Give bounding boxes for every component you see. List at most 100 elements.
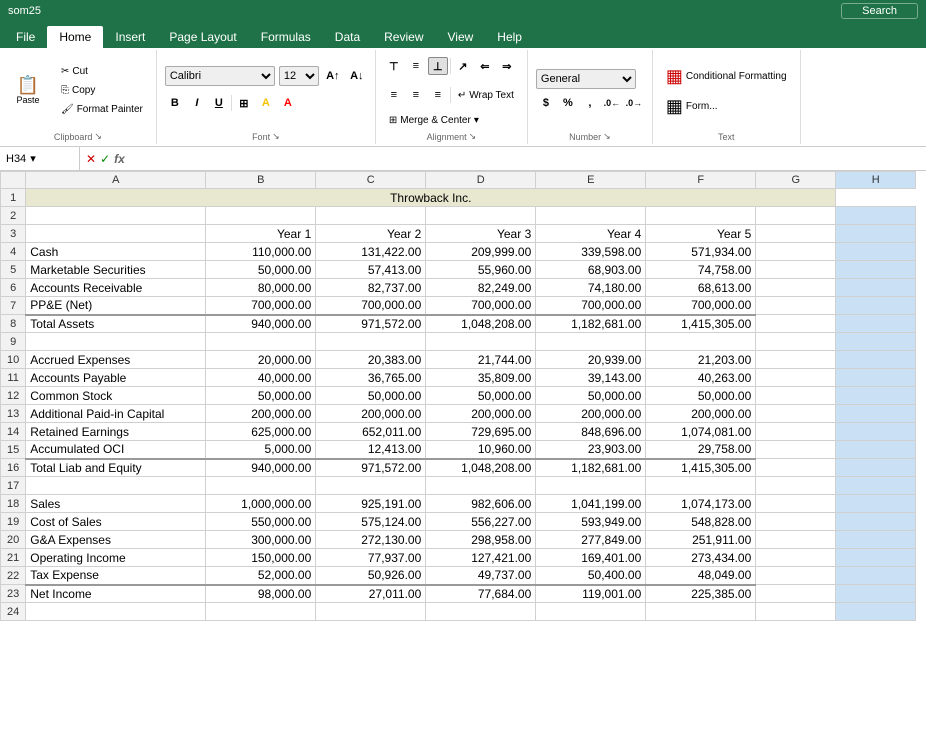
search-area[interactable]: Search	[841, 3, 918, 19]
row-header-22[interactable]: 22	[1, 567, 26, 585]
cell-h-2[interactable]	[836, 207, 916, 225]
comma-button[interactable]: ,	[580, 94, 600, 112]
cell-g-5[interactable]	[756, 261, 836, 279]
cell-h-19[interactable]	[836, 513, 916, 531]
cell-c-22[interactable]: 50,926.00	[316, 567, 426, 585]
cell-a-17[interactable]	[26, 477, 206, 495]
cell-e-24[interactable]	[536, 603, 646, 621]
cell-b-20[interactable]: 300,000.00	[206, 531, 316, 549]
decrease-font-button[interactable]: A↓	[347, 67, 367, 85]
border-button[interactable]: ⊞	[234, 94, 254, 112]
row-header-1[interactable]: 1	[1, 189, 26, 207]
cell-h-22[interactable]	[836, 567, 916, 585]
tab-formulas[interactable]: Formulas	[249, 26, 323, 48]
cell-b-13[interactable]: 200,000.00	[206, 405, 316, 423]
row-header-16[interactable]: 16	[1, 459, 26, 477]
row-header-19[interactable]: 19	[1, 513, 26, 531]
cell-h-7[interactable]	[836, 297, 916, 315]
cell-c-5[interactable]: 57,413.00	[316, 261, 426, 279]
spreadsheet-container[interactable]: A B C D E F G H 1Throwback Inc.23Year 1Y…	[0, 171, 926, 725]
cell-a-20[interactable]: G&A Expenses	[26, 531, 206, 549]
title-cell[interactable]: Throwback Inc.	[26, 189, 836, 207]
row-header-15[interactable]: 15	[1, 441, 26, 459]
tab-review[interactable]: Review	[372, 26, 435, 48]
cell-e-13[interactable]: 200,000.00	[536, 405, 646, 423]
cell-g-3[interactable]	[756, 225, 836, 243]
row-header-13[interactable]: 13	[1, 405, 26, 423]
cell-d-22[interactable]: 49,737.00	[426, 567, 536, 585]
cell-b-9[interactable]	[206, 333, 316, 351]
formula-input[interactable]	[131, 152, 926, 166]
cell-e-23[interactable]: 119,001.00	[536, 585, 646, 603]
cell-h-3[interactable]	[836, 225, 916, 243]
cell-h-18[interactable]	[836, 495, 916, 513]
cell-a-15[interactable]: Accumulated OCI	[26, 441, 206, 459]
cell-b-15[interactable]: 5,000.00	[206, 441, 316, 459]
cell-a-4[interactable]: Cash	[26, 243, 206, 261]
cell-e-15[interactable]: 23,903.00	[536, 441, 646, 459]
cell-g-10[interactable]	[756, 351, 836, 369]
align-left-button[interactable]: ≡	[384, 86, 404, 104]
cell-d-9[interactable]	[426, 333, 536, 351]
cell-b-11[interactable]: 40,000.00	[206, 369, 316, 387]
cell-f-13[interactable]: 200,000.00	[646, 405, 756, 423]
decrease-decimal-button[interactable]: .0←	[602, 94, 622, 112]
confirm-icon[interactable]: ✓	[100, 152, 110, 166]
cell-c-6[interactable]: 82,737.00	[316, 279, 426, 297]
cell-f-18[interactable]: 1,074,173.00	[646, 495, 756, 513]
cell-e-8[interactable]: 1,182,681.00	[536, 315, 646, 333]
cell-h-13[interactable]	[836, 405, 916, 423]
cell-d-11[interactable]: 35,809.00	[426, 369, 536, 387]
cell-h-14[interactable]	[836, 423, 916, 441]
cell-b-3[interactable]: Year 1	[206, 225, 316, 243]
cell-a-6[interactable]: Accounts Receivable	[26, 279, 206, 297]
cell-h-6[interactable]	[836, 279, 916, 297]
cell-h-23[interactable]	[836, 585, 916, 603]
cell-d-3[interactable]: Year 3	[426, 225, 536, 243]
cell-b-22[interactable]: 52,000.00	[206, 567, 316, 585]
cell-a-8[interactable]: Total Assets	[26, 315, 206, 333]
cell-g-18[interactable]	[756, 495, 836, 513]
cell-a-13[interactable]: Additional Paid-in Capital	[26, 405, 206, 423]
cell-d-4[interactable]: 209,999.00	[426, 243, 536, 261]
cell-g-19[interactable]	[756, 513, 836, 531]
cell-c-7[interactable]: 700,000.00	[316, 297, 426, 315]
tab-page-layout[interactable]: Page Layout	[157, 26, 248, 48]
cell-a-2[interactable]	[26, 207, 206, 225]
cell-b-5[interactable]: 50,000.00	[206, 261, 316, 279]
cell-f-12[interactable]: 50,000.00	[646, 387, 756, 405]
orientation-button[interactable]: ↗	[453, 57, 473, 75]
cell-h-20[interactable]	[836, 531, 916, 549]
copy-button[interactable]: ⎘ Copy	[56, 82, 148, 99]
cell-h-24[interactable]	[836, 603, 916, 621]
cell-g-13[interactable]	[756, 405, 836, 423]
row-header-14[interactable]: 14	[1, 423, 26, 441]
cell-e-11[interactable]: 39,143.00	[536, 369, 646, 387]
cell-f-4[interactable]: 571,934.00	[646, 243, 756, 261]
cell-a-12[interactable]: Common Stock	[26, 387, 206, 405]
cut-button[interactable]: ✂ Cut	[56, 63, 148, 80]
cell-c-19[interactable]: 575,124.00	[316, 513, 426, 531]
cell-a-22[interactable]: Tax Expense	[26, 567, 206, 585]
col-header-f[interactable]: F	[646, 172, 756, 189]
cell-g-6[interactable]	[756, 279, 836, 297]
cell-g-24[interactable]	[756, 603, 836, 621]
cell-a-11[interactable]: Accounts Payable	[26, 369, 206, 387]
cell-f-7[interactable]: 700,000.00	[646, 297, 756, 315]
number-format-select[interactable]: General	[536, 69, 636, 89]
cell-e-7[interactable]: 700,000.00	[536, 297, 646, 315]
cell-e-18[interactable]: 1,041,199.00	[536, 495, 646, 513]
cell-d-8[interactable]: 1,048,208.00	[426, 315, 536, 333]
cell-e-19[interactable]: 593,949.00	[536, 513, 646, 531]
align-right-button[interactable]: ≡	[428, 86, 448, 104]
cell-d-15[interactable]: 10,960.00	[426, 441, 536, 459]
cell-d-5[interactable]: 55,960.00	[426, 261, 536, 279]
cell-d-12[interactable]: 50,000.00	[426, 387, 536, 405]
cell-b-21[interactable]: 150,000.00	[206, 549, 316, 567]
cell-d-10[interactable]: 21,744.00	[426, 351, 536, 369]
row-header-6[interactable]: 6	[1, 279, 26, 297]
dollar-button[interactable]: $	[536, 94, 556, 112]
cell-d-24[interactable]	[426, 603, 536, 621]
cell-a-19[interactable]: Cost of Sales	[26, 513, 206, 531]
cell-e-3[interactable]: Year 4	[536, 225, 646, 243]
